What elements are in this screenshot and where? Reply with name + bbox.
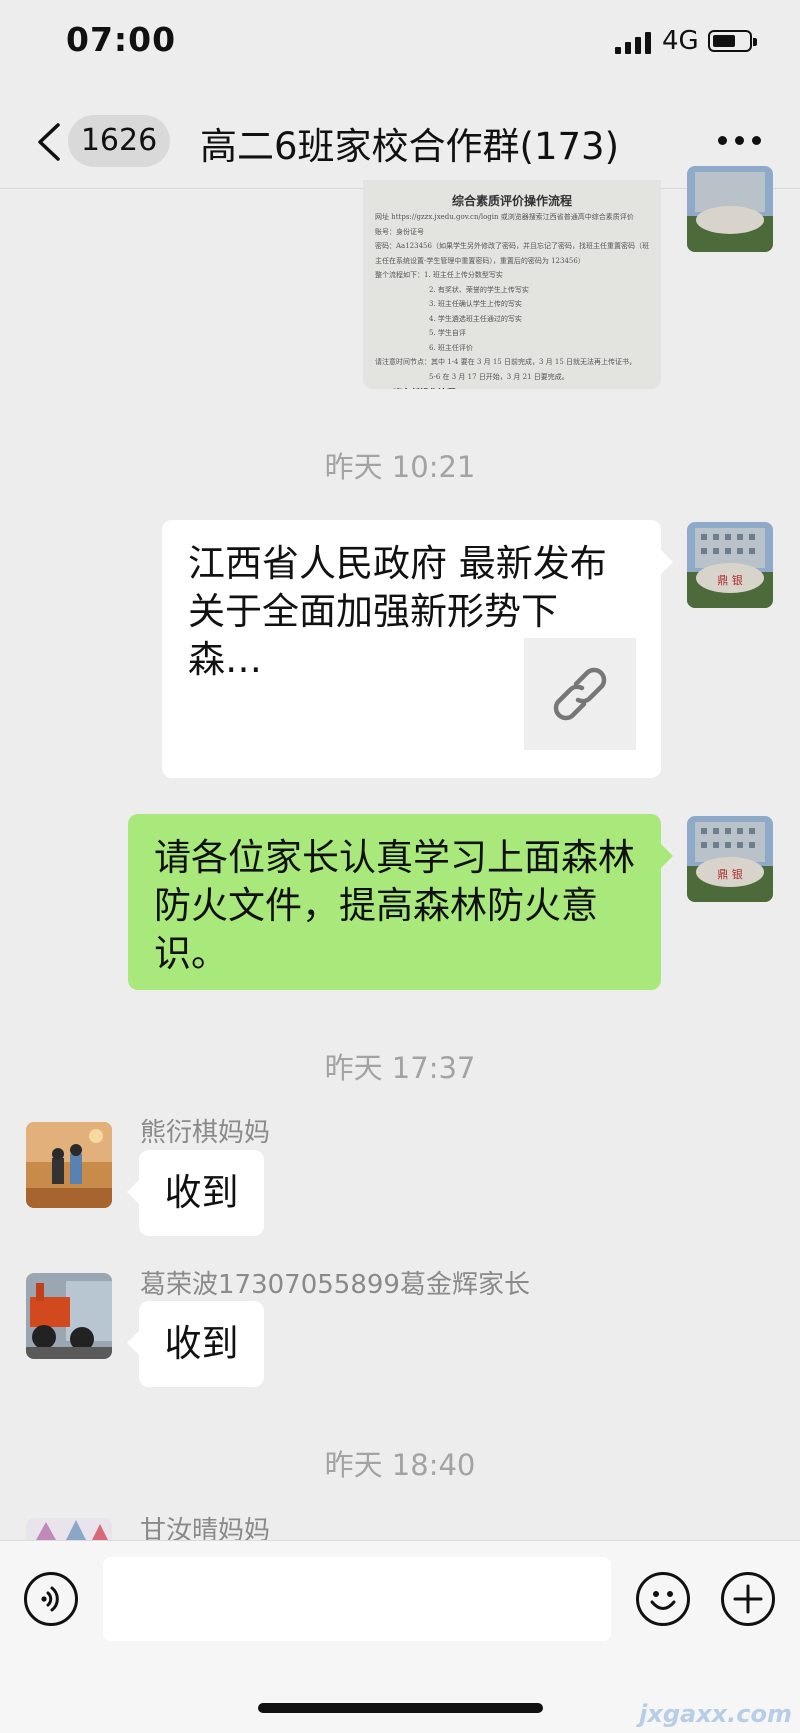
document-image[interactable]: 综合素质评价操作流程 网址 https://gzzx.jxedu.gov.cn/… [363,180,661,389]
back-chevron-icon[interactable] [34,122,64,162]
plus-icon[interactable] [721,1572,775,1626]
document-image-line: 2. 有奖状、荣誉的学生上传写实 [429,285,529,294]
document-image-line: 整个流程如下：1. 班主任上传分数型写实 [375,271,503,279]
document-image-line: 主任在系统设置-学生管理中重置密码），重置后的密码为 123456） [375,256,585,265]
voice-icon[interactable] [24,1572,78,1626]
member-avatar[interactable] [26,1122,112,1208]
self-avatar[interactable] [687,166,773,252]
document-image-line: 5. 学生自评 [429,329,466,337]
message-text: 收到 [164,1171,239,1214]
document-image-line: 请注意时间节点：其中 1-4 要在 3 月 15 日前完成，3 月 15 日就无… [375,358,637,366]
link-card[interactable]: 江西省人民政府 最新发布关于全面加强新形势下森… [162,520,673,778]
status-time: 07:00 [66,20,177,59]
self-avatar[interactable]: 鼎 银 [687,816,773,902]
network-type: 4G [662,26,699,56]
svg-text:鼎 银: 鼎 银 [717,867,743,881]
document-image-line: 密码：Aa123456（如果学生另外修改了密码，并且忘记了密码，找班主任重置密码… [375,242,649,250]
emoji-icon[interactable] [636,1572,690,1626]
document-image-line: 网址 https://gzzx.jxedu.gov.cn/login 或浏览器搜… [375,213,634,221]
signal-icon [615,32,653,54]
sender-name: 熊衍棋妈妈 [140,1118,271,1148]
watermark: jxgaxx.com [639,1700,792,1728]
document-image-title: 综合素质评价操作流程 [451,194,572,208]
battery-icon [708,30,757,52]
svg-text:鼎 银: 鼎 银 [717,573,743,587]
chat-title: 高二6班家校合作群(173) [200,125,620,168]
document-image-line: 5-6 在 3 月 17 日开始，3 月 21 日要完成。 [429,372,569,381]
timestamp: 昨天 10:21 [324,450,476,484]
member-avatar[interactable] [26,1518,112,1540]
document-image-line: 二、班主任操作流程 [375,386,456,389]
document-image-line: 4. 学生遴选班主任通过的写实 [429,314,522,323]
timestamp: 昨天 18:40 [324,1448,476,1482]
document-image-line: 6. 班主任评价 [429,343,473,352]
text-message-bubble[interactable]: 收到 [127,1301,264,1387]
sender-name: 葛荣波17307055899葛金辉家长 [140,1270,530,1300]
text-message-bubble[interactable]: 请各位家长认真学习上面森林防火文件，提高森林防火意识。 [128,814,673,990]
message-text: 收到 [164,1322,239,1365]
home-indicator[interactable] [258,1703,543,1713]
link-icon [553,667,607,721]
unread-count-badge[interactable]: 1626 [68,115,170,167]
self-avatar[interactable]: 鼎 银 [687,522,773,608]
document-image-line: 账号：身份证号 [375,227,424,236]
link-thumbnail [524,638,636,750]
message-text: 请各位家长认真学习上面森林防火文件，提高森林防火意识。 [154,836,635,975]
timestamp: 昨天 17:37 [324,1051,476,1085]
document-image-line: 3. 班主任确认学生上传的写实 [429,300,522,308]
more-dots-icon[interactable] [718,136,762,146]
message-input[interactable] [103,1557,611,1641]
text-message-bubble[interactable]: 收到 [127,1150,264,1236]
member-avatar[interactable] [26,1273,112,1359]
